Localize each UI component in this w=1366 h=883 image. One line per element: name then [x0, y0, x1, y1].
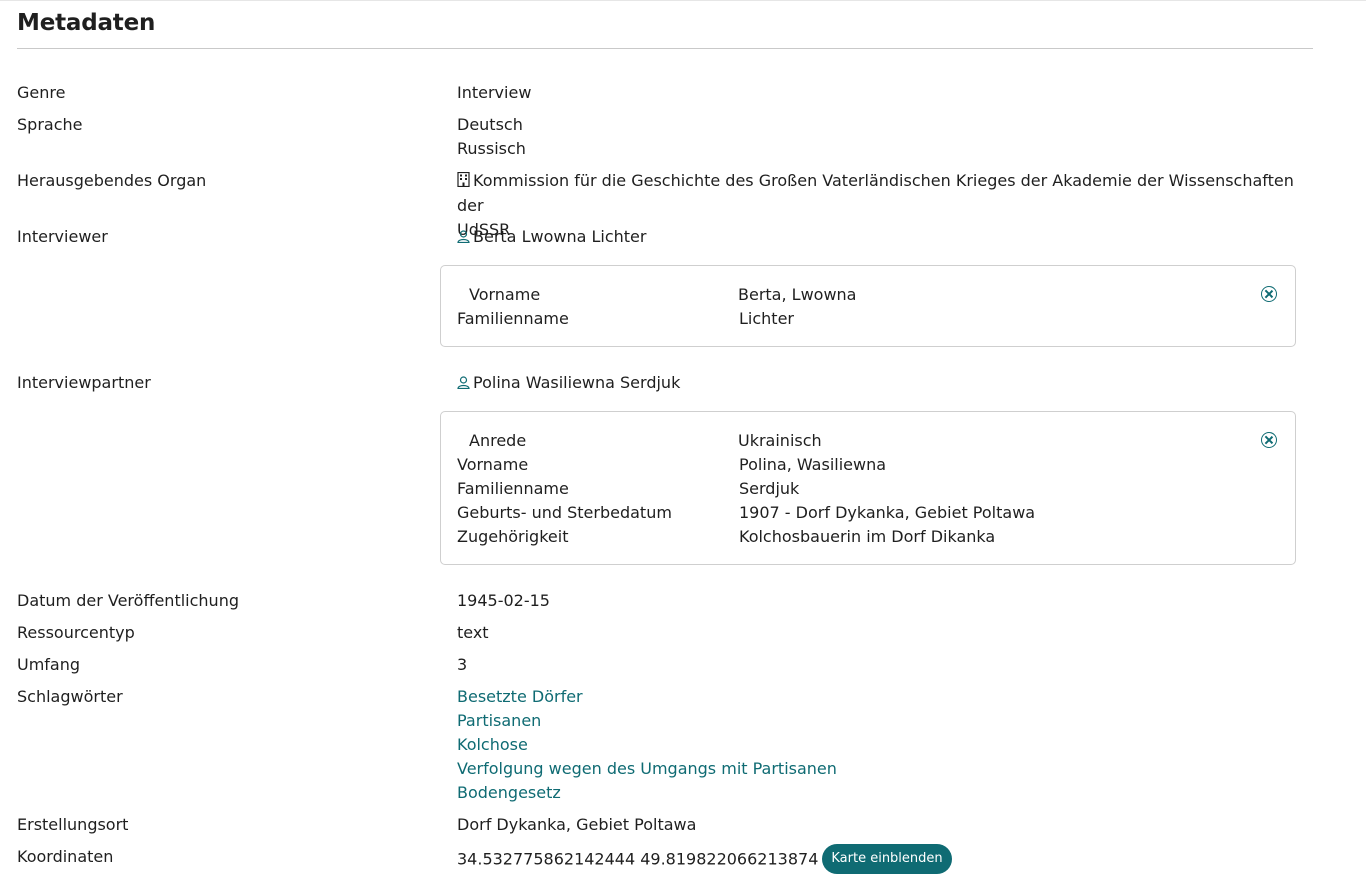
close-icon[interactable] — [1261, 286, 1277, 302]
datum-label: Datum der Veröffentlichung — [17, 591, 239, 610]
koordinaten-value: 34.532775862142444 49.819822066213874 Kar… — [457, 844, 1313, 875]
interviewpartner-name[interactable]: Polina Wasiliewna Serdjuk — [473, 373, 680, 392]
schlagwoerter-list: Besetzte Dörfer Partisanen Kolchose Verf… — [457, 685, 1313, 805]
interviewer-value[interactable]: Berta Lwowna Lichter — [457, 225, 1313, 250]
sprache-value: Russisch — [457, 139, 526, 158]
detail-value: Polina, Wasiliewna — [739, 455, 887, 474]
detail-value: Ukrainisch — [738, 431, 822, 450]
detail-value: Kolchosbauerin im Dorf Dikanka — [739, 527, 996, 546]
person-icon — [457, 372, 470, 396]
building-icon — [457, 170, 470, 194]
page-title: Metadaten — [17, 10, 156, 36]
interviewpartner-label: Interviewpartner — [17, 373, 151, 392]
show-map-button[interactable]: Karte einblenden — [822, 844, 952, 874]
close-icon[interactable] — [1261, 432, 1277, 448]
detail-key: Vorname — [457, 455, 529, 474]
ressourcentyp-label: Ressourcentyp — [17, 623, 135, 642]
sprache-label: Sprache — [17, 115, 83, 134]
genre-label: Genre — [17, 83, 66, 102]
keyword-link[interactable]: Besetzte Dörfer — [457, 687, 583, 706]
detail-value: Berta, Lwowna — [738, 285, 857, 304]
detail-value: Serdjuk — [739, 479, 800, 498]
person-icon — [457, 226, 470, 250]
keyword-link[interactable]: Kolchose — [457, 735, 528, 754]
sprache-values: Deutsch Russisch — [457, 113, 1313, 161]
herausgeber-label: Herausgebendes Organ — [17, 171, 207, 190]
detail-key: Anrede — [469, 431, 527, 450]
detail-key: Familienname — [457, 479, 569, 498]
umfang-label: Umfang — [17, 655, 81, 674]
schlagwoerter-label: Schlagwörter — [17, 687, 123, 706]
keyword-link[interactable]: Bodengesetz — [457, 783, 561, 802]
erstellungsort-value: Dorf Dykanka, Gebiet Poltawa — [457, 815, 697, 834]
ressourcentyp-value: text — [457, 623, 489, 642]
genre-value: Interview — [457, 83, 532, 102]
sprache-value: Deutsch — [457, 115, 523, 134]
interviewer-detail-card: Vorname Berta, Lwowna Familienname Licht… — [440, 265, 1296, 347]
umfang-value: 3 — [457, 655, 468, 674]
koordinaten-label: Koordinaten — [17, 847, 114, 866]
detail-value: Lichter — [739, 309, 794, 328]
detail-key: Zugehörigkeit — [457, 527, 569, 546]
detail-value: 1907 - Dorf Dykanka, Gebiet Poltawa — [739, 503, 1036, 522]
detail-key: Vorname — [469, 285, 541, 304]
interviewpartner-detail-card: Anrede Ukrainisch Vorname Polina, Wasili… — [440, 411, 1296, 565]
top-border — [0, 0, 1366, 1]
koordinaten-text: 34.532775862142444 49.819822066213874 — [457, 849, 819, 869]
datum-value: 1945-02-15 — [457, 591, 550, 610]
interviewer-name[interactable]: Berta Lwowna Lichter — [473, 227, 646, 246]
interviewer-label: Interviewer — [17, 227, 108, 246]
herausgeber-text: Kommission für die Geschichte des Großen… — [457, 171, 1294, 215]
keyword-link[interactable]: Partisanen — [457, 711, 541, 730]
title-divider — [17, 48, 1313, 49]
keyword-link[interactable]: Verfolgung wegen des Umgangs mit Partisa… — [457, 759, 837, 778]
erstellungsort-label: Erstellungsort — [17, 815, 129, 834]
interviewpartner-value[interactable]: Polina Wasiliewna Serdjuk — [457, 371, 1313, 396]
detail-key: Geburts- und Sterbedatum — [457, 503, 672, 522]
detail-key: Familienname — [457, 309, 569, 328]
